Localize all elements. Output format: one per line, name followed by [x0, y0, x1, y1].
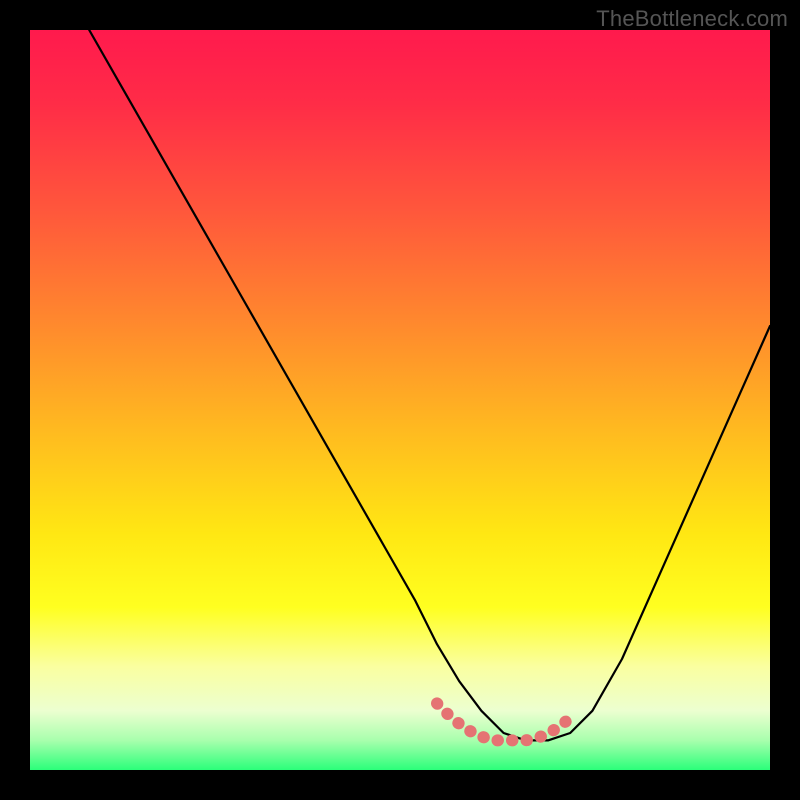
plot-area [30, 30, 770, 770]
chart-frame: TheBottleneck.com [0, 0, 800, 800]
optimal-zone-markers [437, 703, 570, 740]
watermark-text: TheBottleneck.com [596, 6, 788, 32]
curve-layer [30, 30, 770, 770]
bottleneck-curve [89, 30, 770, 740]
